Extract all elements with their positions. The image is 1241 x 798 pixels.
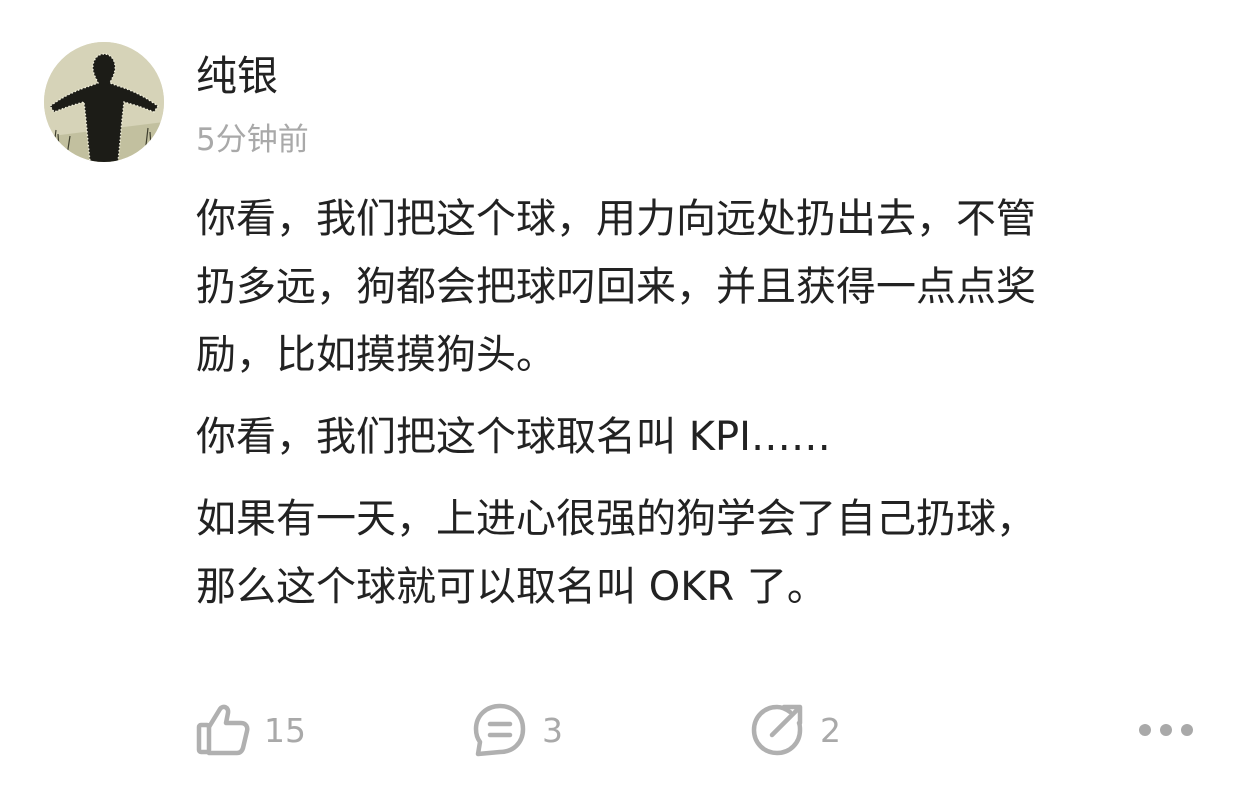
comment-button[interactable]: 3 bbox=[472, 700, 563, 760]
like-count: 15 bbox=[264, 710, 306, 750]
post-content: 你看，我们把这个球，用力向远处扔出去，不管 扔多远，狗都会把球叼回来，并且获得一… bbox=[196, 185, 1186, 621]
more-button[interactable] bbox=[1136, 700, 1196, 760]
share-button[interactable]: 2 bbox=[750, 700, 841, 760]
avatar[interactable] bbox=[44, 42, 164, 162]
post-time: 5分钟前 bbox=[196, 122, 309, 158]
thumbs-up-icon bbox=[196, 703, 250, 757]
more-dots-icon bbox=[1136, 720, 1196, 740]
post-paragraph-2: 你看，我们把这个球取名叫 KPI…… bbox=[196, 414, 831, 460]
post-paragraph-1: 你看，我们把这个球，用力向远处扔出去，不管 扔多远，狗都会把球叼回来，并且获得一… bbox=[196, 196, 1036, 378]
share-arrow-icon bbox=[750, 702, 806, 758]
author-name[interactable]: 纯银 bbox=[196, 50, 278, 102]
avatar-image bbox=[44, 42, 164, 162]
action-bar: 15 3 2 bbox=[0, 700, 1241, 760]
comment-bubble-icon bbox=[472, 702, 528, 758]
share-count: 2 bbox=[820, 710, 841, 750]
comment-count: 3 bbox=[542, 710, 563, 750]
post-paragraph-3: 如果有一天，上进心很强的狗学会了自己扔球， 那么这个球就可以取名叫 OKR 了。 bbox=[196, 496, 1036, 610]
like-button[interactable]: 15 bbox=[196, 700, 306, 760]
